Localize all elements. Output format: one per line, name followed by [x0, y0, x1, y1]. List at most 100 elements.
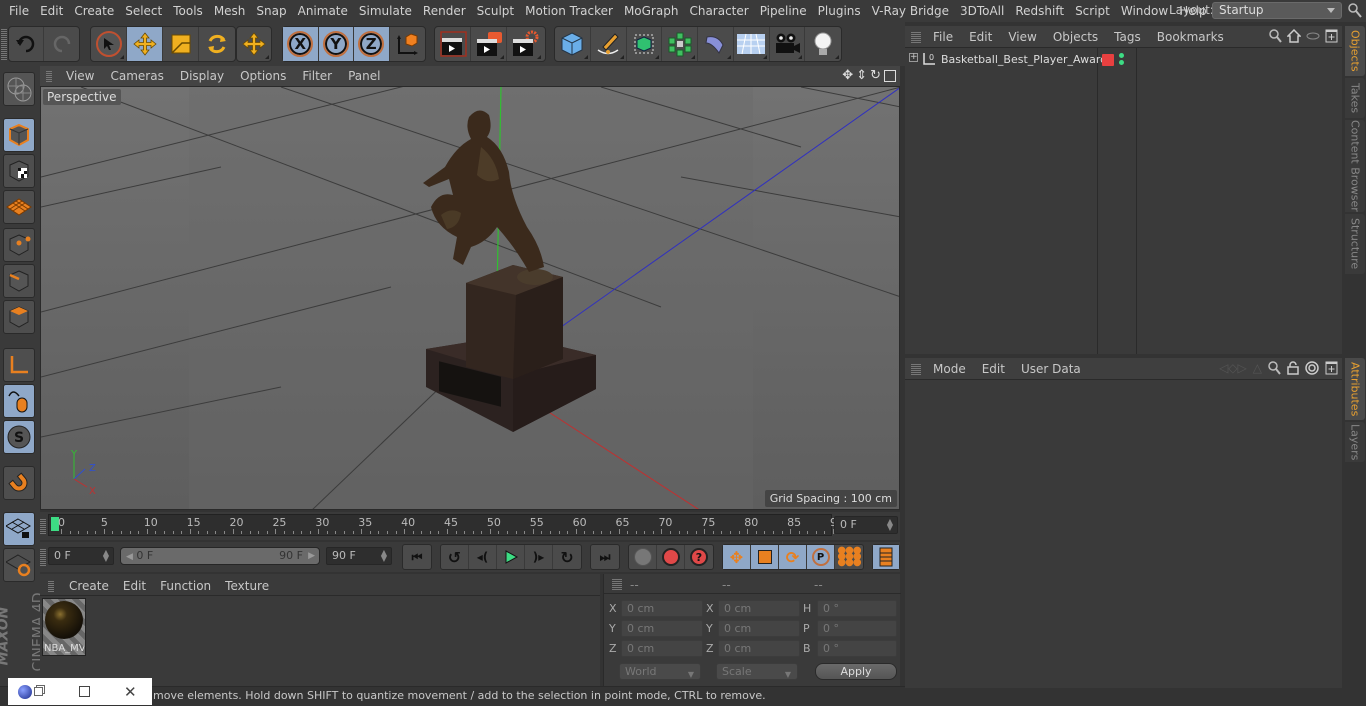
- tab-takes[interactable]: Takes: [1345, 78, 1365, 118]
- tab-layers[interactable]: Layers: [1345, 422, 1365, 462]
- workplane-mode-button[interactable]: [3, 190, 35, 224]
- size-x-field[interactable]: 0 cm: [718, 600, 800, 617]
- layout-select[interactable]: Startup: [1212, 2, 1342, 19]
- menu-script[interactable]: Script: [1070, 4, 1116, 18]
- start-frame-field[interactable]: 0 F ▲ ▼: [48, 547, 114, 565]
- material-item[interactable]: NBA_MV: [42, 598, 86, 656]
- goto-start-button[interactable]: ⏮: [403, 545, 431, 569]
- objects-menu-tags[interactable]: Tags: [1106, 30, 1149, 44]
- render-settings-button[interactable]: [507, 27, 543, 61]
- key-pla-button[interactable]: ●●● ●●● ●●●: [835, 545, 863, 569]
- pos-y-field[interactable]: 0 cm: [621, 620, 703, 637]
- menu-sculpt[interactable]: Sculpt: [472, 4, 520, 18]
- camera-label[interactable]: Perspective: [43, 89, 121, 105]
- menu-3dtoall[interactable]: 3DToAll: [955, 4, 1010, 18]
- viewport-menu-options[interactable]: Options: [232, 69, 294, 83]
- material-menu-function[interactable]: Function: [153, 579, 218, 593]
- redo-button[interactable]: [44, 27, 79, 61]
- render-picture-viewer-button[interactable]: [471, 27, 507, 61]
- x-axis-button[interactable]: X: [283, 27, 319, 61]
- objects-menu-view[interactable]: View: [1000, 30, 1044, 44]
- back-arrow-icon[interactable]: ◁◇▷: [1219, 361, 1247, 375]
- coordinate-space-select[interactable]: World ▼: [619, 663, 701, 680]
- objects-menu-bookmarks[interactable]: Bookmarks: [1149, 30, 1232, 44]
- tab-structure[interactable]: Structure: [1345, 214, 1365, 274]
- menu-create[interactable]: Create: [69, 4, 120, 18]
- menu-mesh[interactable]: Mesh: [209, 4, 252, 18]
- prev-frame-button[interactable]: ◂(: [469, 545, 497, 569]
- polygons-mode-button[interactable]: [3, 300, 35, 334]
- menu-redshift[interactable]: Redshift: [1010, 4, 1070, 18]
- lock-icon[interactable]: [1287, 361, 1299, 375]
- live-selection-button[interactable]: [91, 27, 127, 61]
- cube-button[interactable]: [555, 27, 591, 61]
- new-panel-icon[interactable]: [1325, 29, 1338, 43]
- material-menu-create[interactable]: Create: [62, 579, 116, 593]
- magnet-button[interactable]: [3, 466, 35, 500]
- menu-tools[interactable]: Tools: [168, 4, 209, 18]
- objects-menu-objects[interactable]: Objects: [1045, 30, 1106, 44]
- tab-attributes[interactable]: Attributes: [1345, 358, 1365, 420]
- attributes-menu-user-data[interactable]: User Data: [1013, 362, 1089, 376]
- viewport-menu-view[interactable]: View: [58, 69, 102, 83]
- end-frame-field[interactable]: 90 F ▲ ▼: [326, 547, 392, 565]
- menu-edit[interactable]: Edit: [35, 4, 69, 18]
- size-y-field[interactable]: 0 cm: [718, 620, 800, 637]
- z-axis-button[interactable]: Z: [354, 27, 390, 61]
- objects-menu-file[interactable]: File: [925, 30, 961, 44]
- tweak-mode-button[interactable]: [3, 384, 35, 418]
- expand-icon[interactable]: +: [909, 53, 918, 62]
- workplane-align-button[interactable]: [3, 548, 35, 582]
- up-arrow-icon[interactable]: △: [1253, 361, 1262, 375]
- axis-mode-button[interactable]: [3, 348, 35, 382]
- range-left-arrow[interactable]: ◀: [126, 552, 133, 562]
- floor-button[interactable]: [734, 27, 770, 61]
- record-keys-disabled-button[interactable]: [629, 545, 657, 569]
- render-visibility-dot[interactable]: [1119, 60, 1124, 65]
- timeline-ruler[interactable]: 051015202530354045505560657075808590: [48, 514, 844, 536]
- coordinate-system-button[interactable]: [390, 27, 425, 61]
- apply-button[interactable]: Apply: [815, 663, 897, 680]
- viewport-menu-display[interactable]: Display: [172, 69, 232, 83]
- size-mode-select[interactable]: Scale ▼: [716, 663, 798, 680]
- maximize-view-icon[interactable]: [884, 70, 896, 82]
- 3d-viewport[interactable]: Perspective Y Z X Grid Spacing : 100 cm: [40, 86, 900, 510]
- pan-view-icon[interactable]: ✥: [842, 68, 853, 83]
- range-right-arrow[interactable]: ▶: [308, 548, 315, 564]
- material-menu-edit[interactable]: Edit: [116, 579, 153, 593]
- layer-color-swatch[interactable]: [1102, 54, 1114, 66]
- size-z-field[interactable]: 0 cm: [718, 640, 800, 657]
- tab-objects[interactable]: Objects: [1345, 26, 1365, 76]
- attributes-menu-edit[interactable]: Edit: [974, 362, 1013, 376]
- zoom-view-icon[interactable]: ⇕: [856, 68, 867, 83]
- menu-simulate[interactable]: Simulate: [354, 4, 418, 18]
- rotate-view-icon[interactable]: ↻: [870, 68, 881, 83]
- locked-workplane-button[interactable]: [3, 512, 35, 546]
- texture-mode-button[interactable]: [3, 154, 35, 188]
- restore-icon[interactable]: [34, 687, 43, 696]
- next-frame-button[interactable]: )▸: [525, 545, 553, 569]
- menu-motion-tracker[interactable]: Motion Tracker: [520, 4, 619, 18]
- autokey-button[interactable]: [657, 545, 685, 569]
- material-menu-texture[interactable]: Texture: [218, 579, 276, 593]
- frame-range-slider[interactable]: ◀ 0 F 90 F ▶: [120, 547, 320, 565]
- goto-end-button[interactable]: ⏭: [591, 545, 619, 569]
- maximize-icon[interactable]: [79, 686, 90, 697]
- editor-visibility-dot[interactable]: [1119, 53, 1124, 58]
- close-icon[interactable]: ✕: [124, 683, 137, 701]
- menu-character[interactable]: Character: [684, 4, 754, 18]
- view-toggle-icon[interactable]: [1306, 31, 1320, 41]
- scale-tool-button[interactable]: [163, 27, 199, 61]
- menu-select[interactable]: Select: [120, 4, 168, 18]
- key-scale-button[interactable]: [751, 545, 779, 569]
- pos-z-field[interactable]: 0 cm: [621, 640, 703, 657]
- menu-mograph[interactable]: MoGraph: [619, 4, 685, 18]
- move-tool-button[interactable]: [127, 27, 163, 61]
- points-mode-button[interactable]: [3, 228, 35, 262]
- timeline-window-button[interactable]: [873, 545, 899, 569]
- recent-tools-button[interactable]: [237, 27, 271, 61]
- pos-x-field[interactable]: 0 cm: [621, 600, 703, 617]
- object-name[interactable]: Basketball_Best_Player_Award: [941, 53, 1107, 66]
- pen-spline-button[interactable]: [591, 27, 627, 61]
- prev-key-button[interactable]: ↺: [441, 545, 469, 569]
